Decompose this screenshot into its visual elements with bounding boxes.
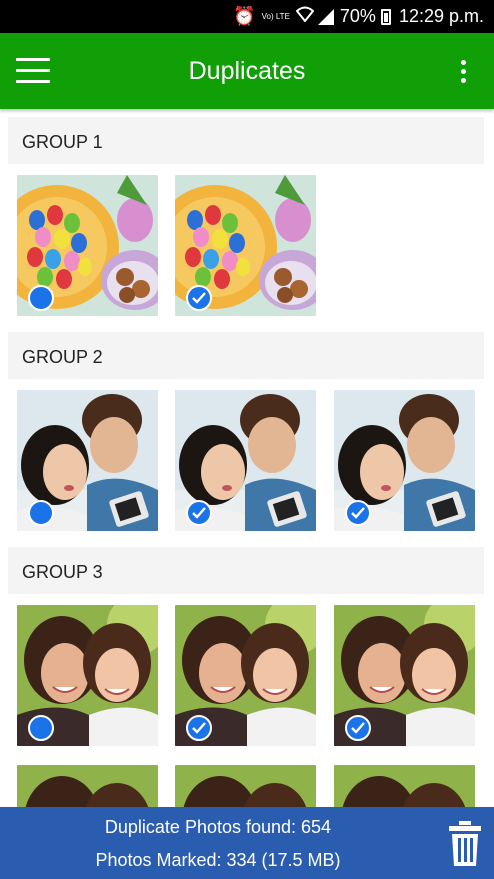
status-bar: ⏰ Vo) LTE 70% 12:29 p.m. <box>0 0 494 33</box>
summary-bar: Duplicate Photos found: 654 Photos Marke… <box>0 807 494 879</box>
unselected-marker-icon[interactable] <box>28 715 54 741</box>
lte-indicator: Vo) LTE <box>261 11 290 21</box>
photo-thumbnail[interactable] <box>17 175 158 316</box>
checkmark-icon[interactable] <box>186 715 212 741</box>
photo-thumbnail[interactable] <box>17 605 158 746</box>
checkmark-icon[interactable] <box>186 285 212 311</box>
photo-thumbnail[interactable] <box>175 605 316 746</box>
photo-thumbnail[interactable] <box>17 390 158 531</box>
duplicates-list[interactable]: GROUP 1 GROUP 2 GROUP 3 <box>0 109 494 807</box>
photos-marked-text: Photos Marked: 334 (17.5 MB) <box>95 850 341 870</box>
photo-thumbnail[interactable] <box>17 765 158 807</box>
app-bar: Duplicates <box>0 33 494 109</box>
photo-thumbnail[interactable] <box>175 765 316 807</box>
photo-thumbnail[interactable] <box>175 390 316 531</box>
unselected-marker-icon[interactable] <box>28 285 54 311</box>
group-header: GROUP 3 <box>8 547 484 594</box>
photo-thumbnail[interactable] <box>334 605 475 746</box>
signal-icon <box>317 8 334 25</box>
clock: 12:29 p.m. <box>398 6 484 26</box>
checkmark-icon[interactable] <box>345 715 371 741</box>
unselected-marker-icon[interactable] <box>28 500 54 526</box>
wifi-icon <box>295 6 315 27</box>
duplicates-found-text: Duplicate Photos found: 654 <box>104 817 332 837</box>
overflow-menu-icon[interactable] <box>454 57 474 87</box>
photo-thumbnail[interactable] <box>334 765 475 807</box>
hamburger-icon[interactable] <box>16 58 50 84</box>
checkmark-icon[interactable] <box>345 500 371 526</box>
group-header: GROUP 1 <box>8 117 484 164</box>
checkmark-icon[interactable] <box>186 500 212 526</box>
group-header: GROUP 2 <box>8 332 484 379</box>
trash-icon[interactable] <box>448 821 482 867</box>
page-title: Duplicates <box>188 57 306 85</box>
battery-percent: 70% <box>339 6 376 26</box>
battery-icon <box>380 8 391 25</box>
photo-thumbnail[interactable] <box>175 175 316 316</box>
photo-thumbnail[interactable] <box>334 390 475 531</box>
alarm-icon: ⏰ <box>233 6 256 26</box>
